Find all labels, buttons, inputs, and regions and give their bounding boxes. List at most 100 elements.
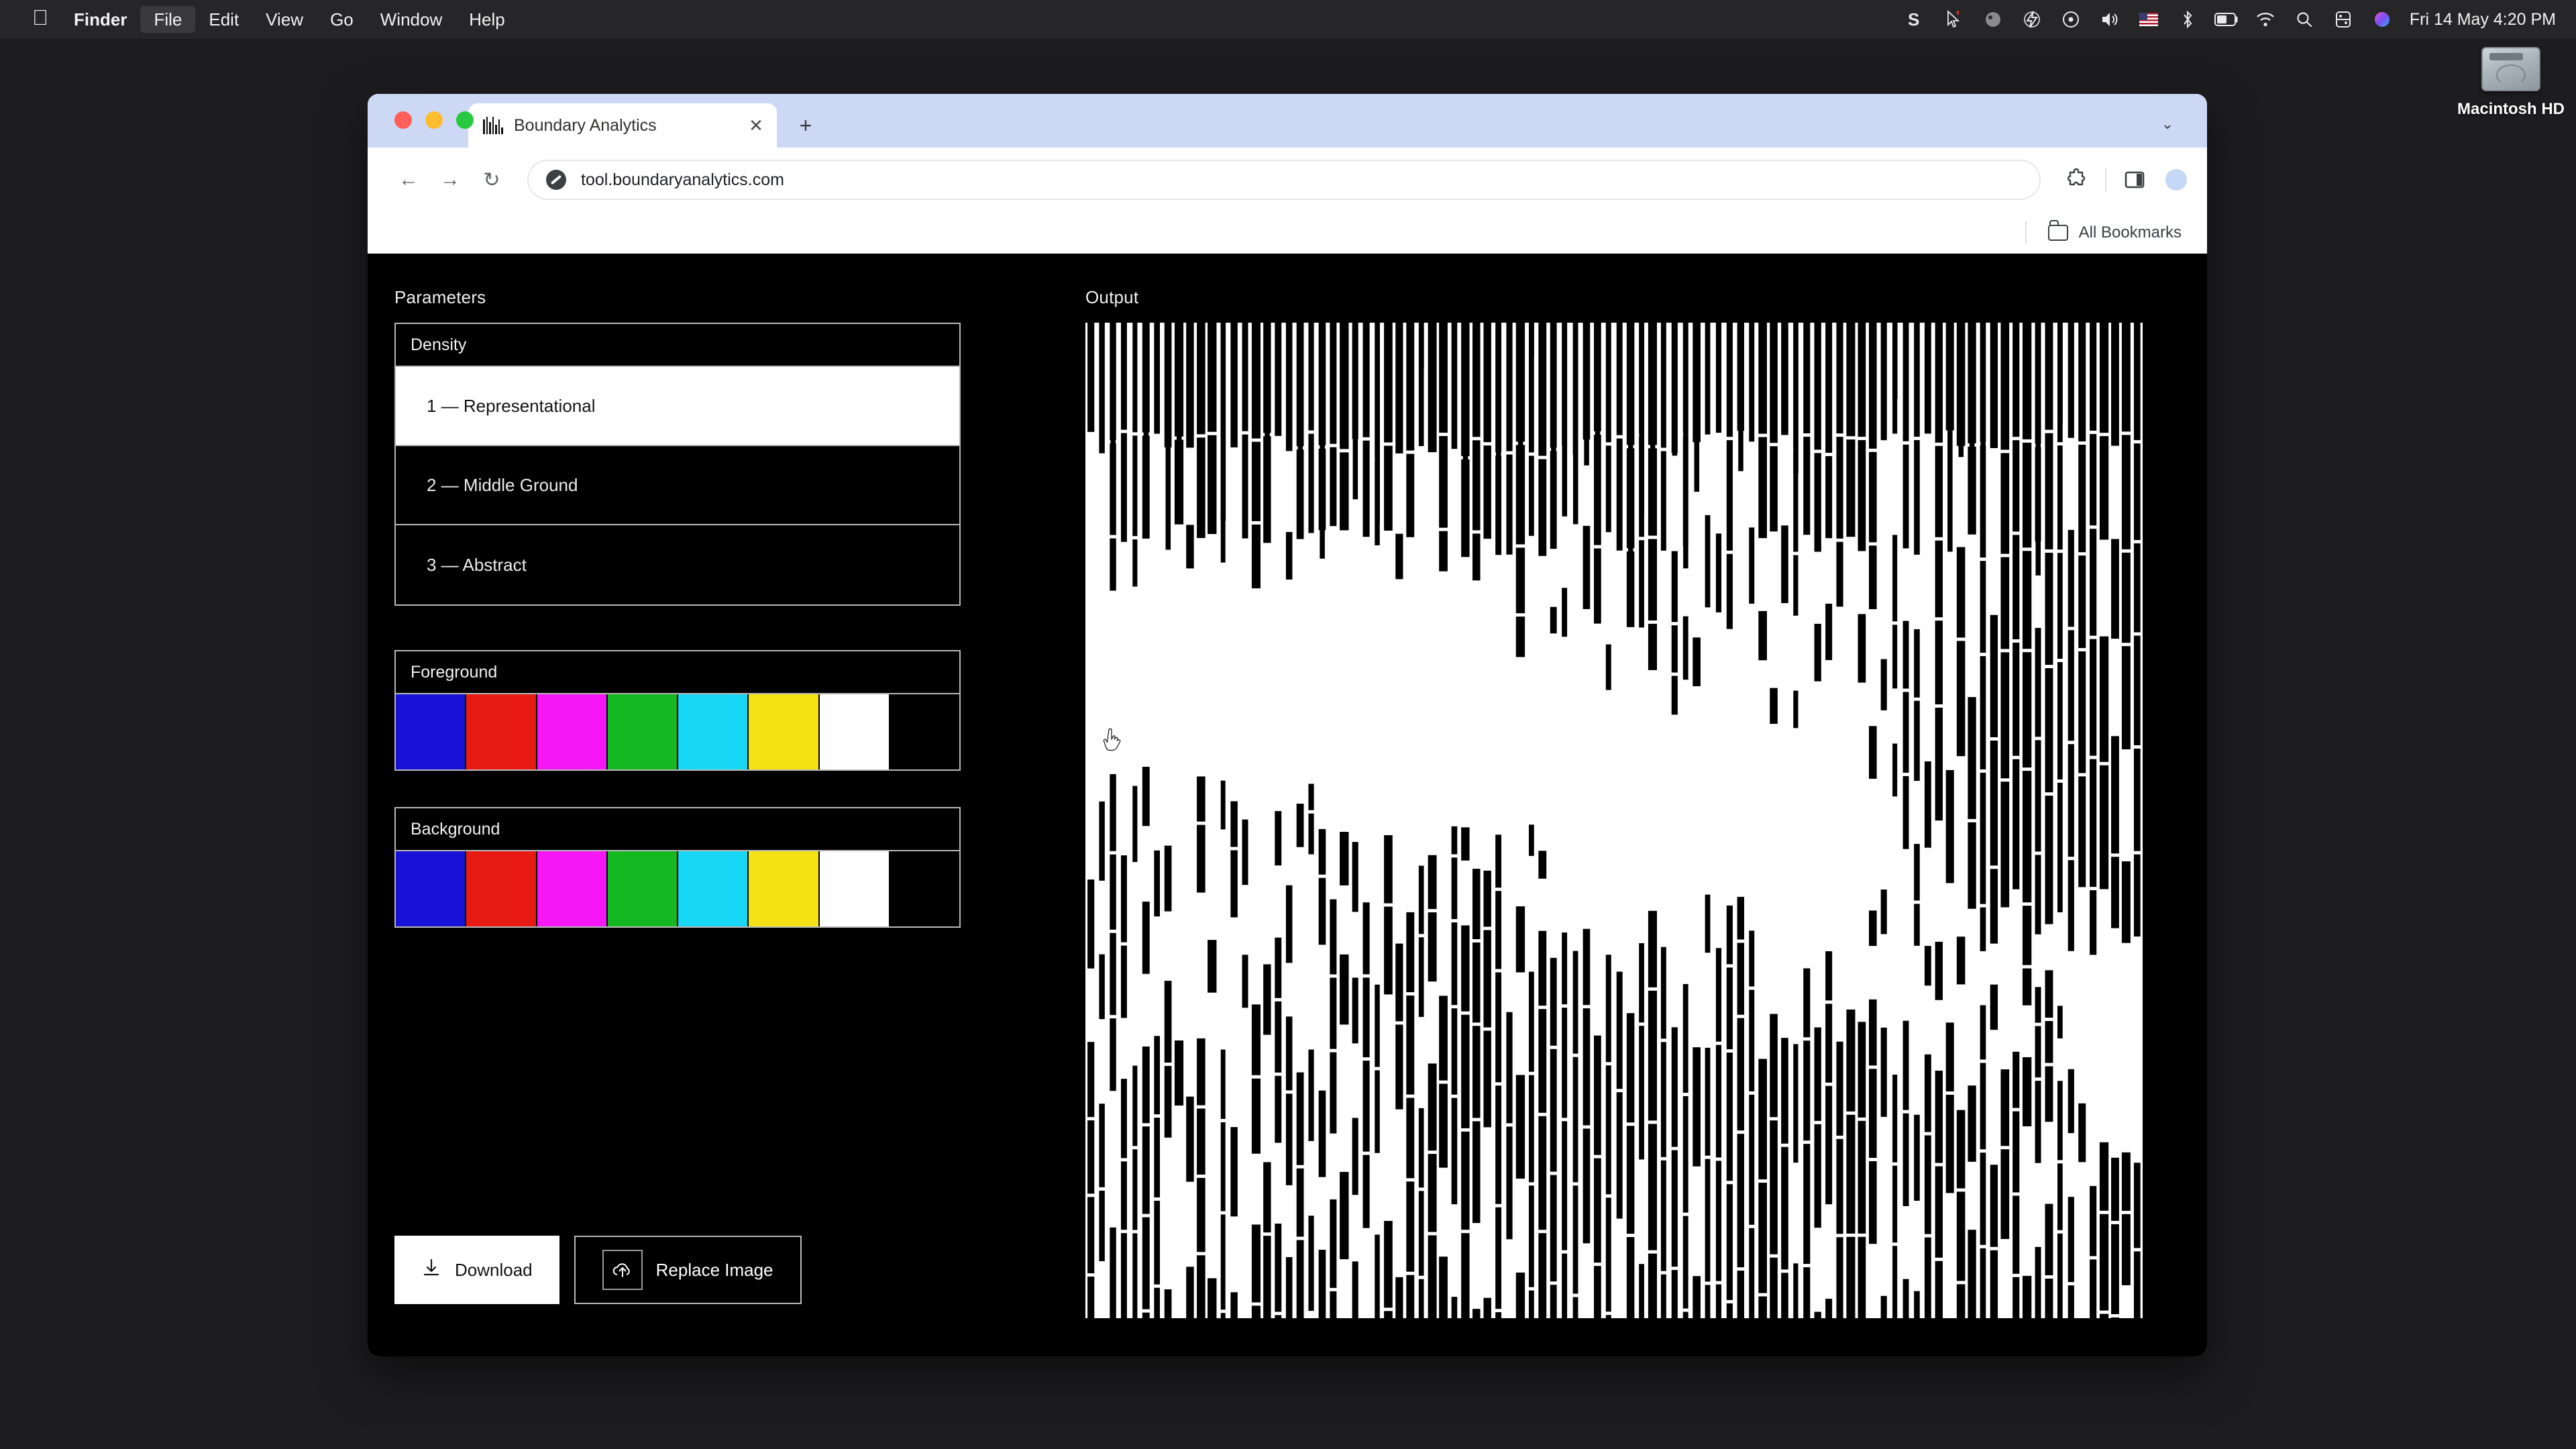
menu-item-edit[interactable]: Edit bbox=[195, 6, 252, 33]
desktop:  Finder File Edit View Go Window Help S bbox=[0, 0, 2576, 1449]
side-panel-icon[interactable] bbox=[2116, 161, 2153, 199]
profile-avatar[interactable] bbox=[2165, 169, 2187, 191]
desktop-icon-label: Macintosh HD bbox=[2447, 99, 2575, 119]
background-swatch-yellow[interactable] bbox=[749, 851, 819, 926]
barcode-icon bbox=[483, 117, 503, 134]
density-card-title: Density bbox=[396, 324, 959, 367]
density-option-3[interactable]: 3 — Abstract bbox=[396, 525, 959, 604]
menu-item-finder[interactable]: Finder bbox=[60, 6, 140, 33]
background-card: Background bbox=[394, 807, 961, 928]
menu-item-window[interactable]: Window bbox=[367, 6, 455, 33]
browser-toolbar: ← → ↻ tool.boundaryanalytics.com bbox=[368, 148, 2207, 212]
apple-menu-icon[interactable]:  bbox=[20, 4, 60, 31]
replace-image-button-label: Replace Image bbox=[656, 1260, 773, 1281]
barcode-render bbox=[1085, 323, 2143, 1318]
background-swatch-row bbox=[396, 851, 959, 926]
tab-list-chevron-down-icon[interactable]: ⌄ bbox=[2152, 109, 2183, 140]
address-bar[interactable]: tool.boundaryanalytics.com bbox=[527, 160, 2041, 200]
menu-item-go[interactable]: Go bbox=[317, 6, 367, 33]
download-button[interactable]: Download bbox=[394, 1236, 559, 1304]
control-center-icon[interactable] bbox=[2324, 0, 2363, 39]
action-button-row: Download Replace Image bbox=[394, 1236, 802, 1304]
foreground-swatch-red[interactable] bbox=[466, 694, 537, 769]
background-card-title: Background bbox=[396, 808, 959, 851]
density-card: Density 1 — Representational 2 — Middle … bbox=[394, 323, 961, 606]
back-button[interactable]: ← bbox=[388, 159, 429, 201]
toolbar-divider bbox=[2105, 168, 2106, 192]
background-swatch-black[interactable] bbox=[890, 851, 959, 926]
battery-icon[interactable] bbox=[2207, 0, 2246, 39]
volume-icon[interactable] bbox=[2090, 0, 2129, 39]
replace-image-button[interactable]: Replace Image bbox=[574, 1236, 802, 1304]
foreground-swatch-magenta[interactable] bbox=[537, 694, 608, 769]
minimize-window-button[interactable] bbox=[425, 111, 443, 129]
density-option-1[interactable]: 1 — Representational bbox=[396, 367, 959, 446]
background-swatch-magenta[interactable] bbox=[537, 851, 608, 926]
address-bar-url: tool.boundaryanalytics.com bbox=[581, 170, 784, 190]
reload-button[interactable]: ↻ bbox=[471, 159, 513, 201]
bluetooth-icon[interactable] bbox=[2168, 0, 2207, 39]
foreground-card-title: Foreground bbox=[396, 651, 959, 694]
foreground-swatch-cyan[interactable] bbox=[678, 694, 749, 769]
density-option-2[interactable]: 2 — Middle Ground bbox=[396, 446, 959, 525]
bookmarks-divider bbox=[2025, 221, 2027, 244]
new-tab-button[interactable]: + bbox=[788, 107, 824, 144]
foreground-swatch-black[interactable] bbox=[890, 694, 959, 769]
background-swatch-white[interactable] bbox=[820, 851, 890, 926]
cursor-pointer-icon[interactable] bbox=[1935, 0, 1974, 39]
all-bookmarks-button[interactable]: All Bookmarks bbox=[2041, 218, 2188, 248]
foreground-swatch-white[interactable] bbox=[820, 694, 890, 769]
all-bookmarks-label: All Bookmarks bbox=[2079, 223, 2182, 242]
download-button-label: Download bbox=[455, 1260, 533, 1281]
background-swatch-green[interactable] bbox=[608, 851, 678, 926]
browser-window: Boundary Analytics ✕ + ⌄ ← → ↻ tool.boun… bbox=[368, 94, 2207, 1356]
dark-circle-icon[interactable] bbox=[1974, 0, 2012, 39]
svg-text:S: S bbox=[1908, 9, 1919, 30]
foreground-swatch-row bbox=[396, 694, 959, 769]
play-circle-icon[interactable] bbox=[2051, 0, 2090, 39]
browser-tab-active[interactable]: Boundary Analytics ✕ bbox=[468, 103, 777, 148]
menu-item-help[interactable]: Help bbox=[455, 6, 518, 33]
maximize-window-button[interactable] bbox=[456, 111, 474, 129]
close-window-button[interactable] bbox=[394, 111, 412, 129]
parameters-title: Parameters bbox=[394, 287, 1085, 308]
foreground-swatch-green[interactable] bbox=[608, 694, 678, 769]
parameters-panel: Parameters Density 1 — Representational … bbox=[368, 254, 1085, 1356]
menu-item-view[interactable]: View bbox=[252, 6, 317, 33]
density-option-2-label: 2 — Middle Ground bbox=[427, 475, 578, 496]
output-artwork[interactable] bbox=[1085, 323, 2143, 1318]
output-title: Output bbox=[1085, 287, 2143, 308]
stripe-s-icon[interactable]: S bbox=[1896, 0, 1935, 39]
folder-icon bbox=[2048, 225, 2068, 241]
wifi-icon[interactable] bbox=[2246, 0, 2285, 39]
browser-tab-strip: Boundary Analytics ✕ + ⌄ bbox=[368, 94, 2207, 148]
desktop-icon-macintosh-hd[interactable]: Macintosh HD bbox=[2447, 47, 2575, 119]
close-tab-icon[interactable]: ✕ bbox=[745, 114, 767, 137]
menu-bar-clock[interactable]: Fri 14 May 4:20 PM bbox=[2410, 10, 2556, 30]
foreground-card: Foreground bbox=[394, 650, 961, 771]
download-icon bbox=[421, 1258, 441, 1283]
browser-tab-title: Boundary Analytics bbox=[514, 116, 734, 136]
background-swatch-red[interactable] bbox=[466, 851, 537, 926]
background-swatch-cyan[interactable] bbox=[678, 851, 749, 926]
web-page-content: Parameters Density 1 — Representational … bbox=[368, 254, 2207, 1356]
window-controls bbox=[394, 111, 474, 129]
foreground-swatch-yellow[interactable] bbox=[749, 694, 819, 769]
macos-menu-bar:  Finder File Edit View Go Window Help S bbox=[0, 0, 2576, 39]
flash-icon[interactable] bbox=[2012, 0, 2051, 39]
menu-item-file[interactable]: File bbox=[140, 6, 195, 33]
us-flag-icon[interactable] bbox=[2129, 0, 2168, 39]
siri-icon[interactable] bbox=[2363, 0, 2402, 39]
hard-drive-icon bbox=[2481, 47, 2540, 91]
cloud-upload-icon bbox=[602, 1250, 643, 1290]
density-option-1-label: 1 — Representational bbox=[427, 396, 595, 417]
background-swatch-blue[interactable] bbox=[396, 851, 466, 926]
density-option-3-label: 3 — Abstract bbox=[427, 555, 527, 576]
bookmarks-bar: All Bookmarks bbox=[368, 212, 2207, 254]
search-icon[interactable] bbox=[2285, 0, 2324, 39]
site-info-icon[interactable] bbox=[546, 170, 566, 190]
foreground-swatch-blue[interactable] bbox=[396, 694, 466, 769]
extensions-puzzle-icon[interactable] bbox=[2058, 161, 2096, 199]
output-panel: Output bbox=[1085, 254, 2207, 1356]
forward-button[interactable]: → bbox=[429, 159, 471, 201]
